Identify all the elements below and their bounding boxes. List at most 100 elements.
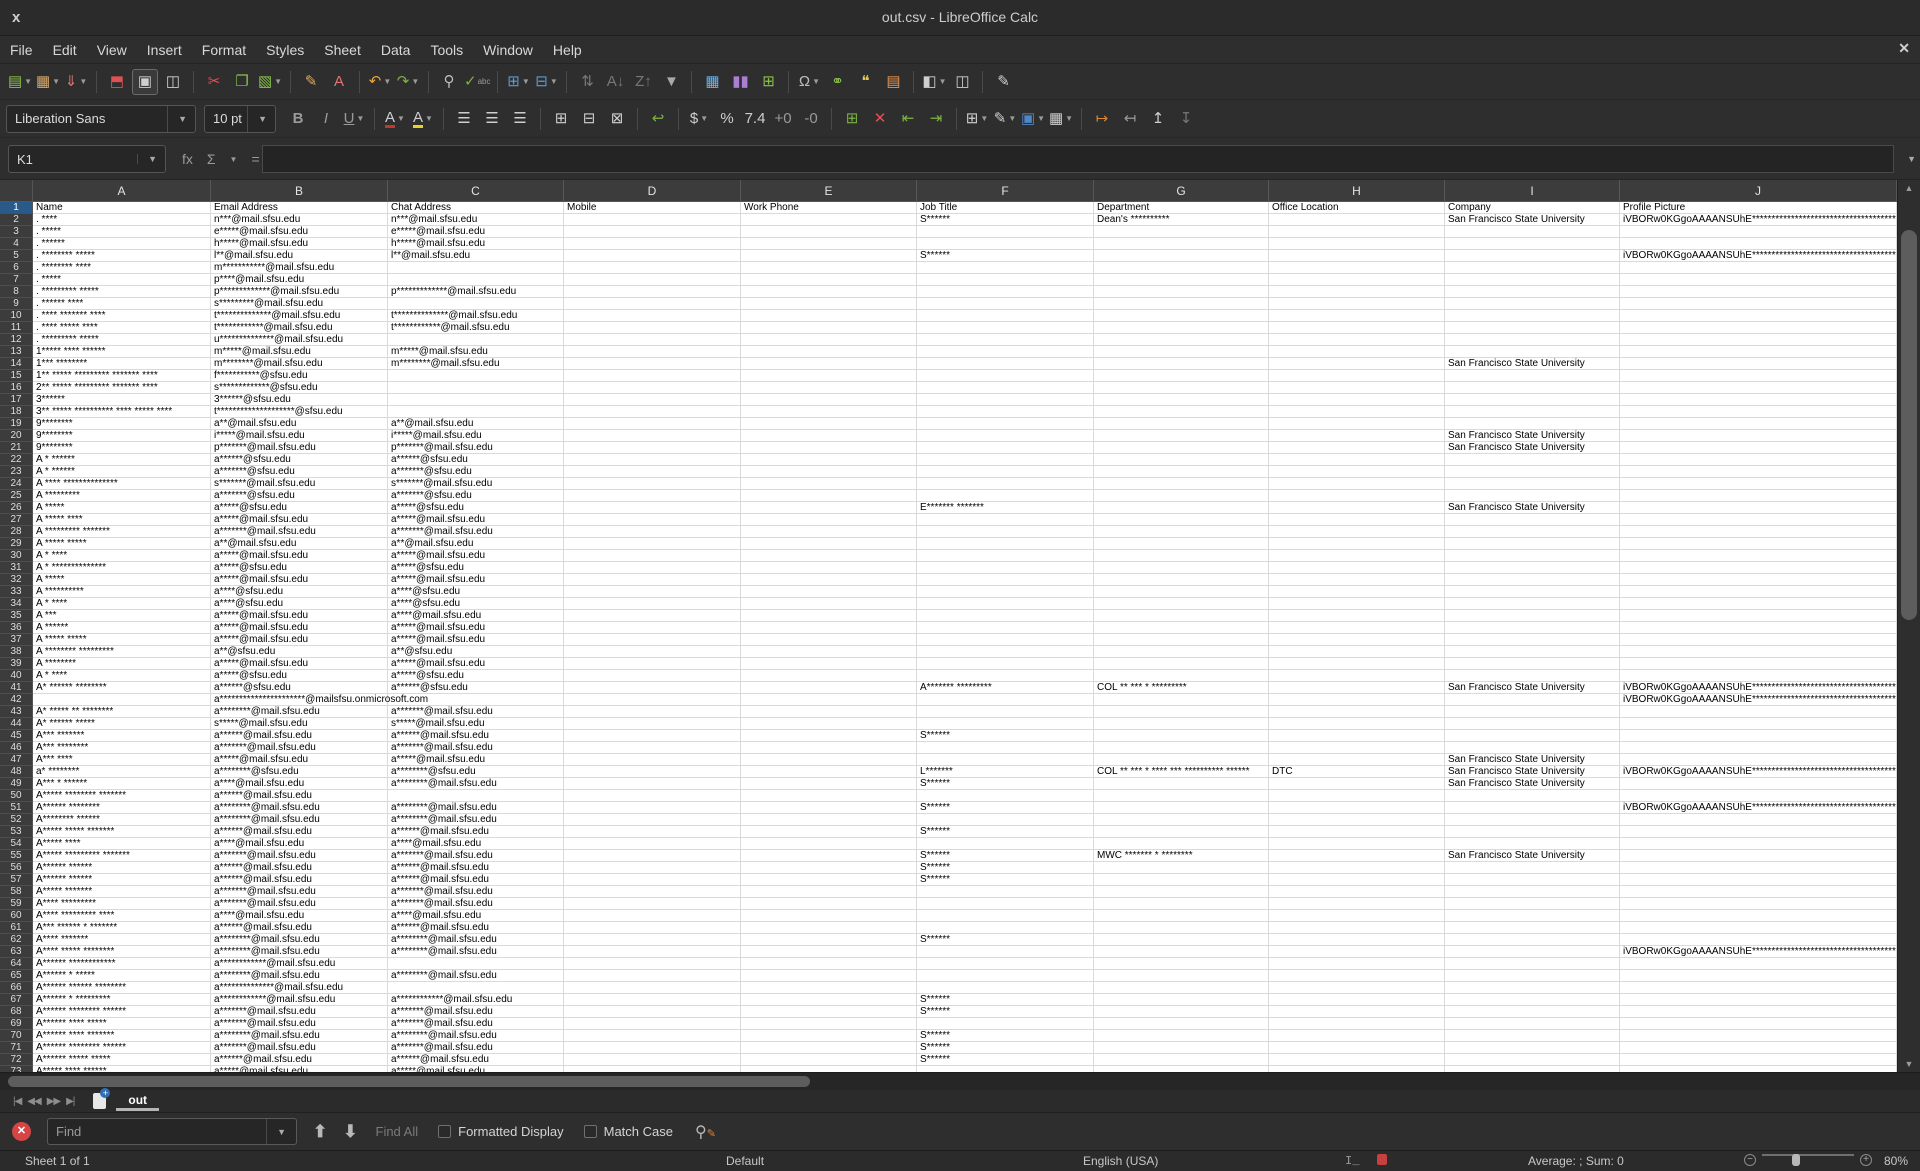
cell-E49[interactable] xyxy=(741,778,917,790)
cell-H58[interactable] xyxy=(1269,886,1445,898)
cell-H46[interactable] xyxy=(1269,742,1445,754)
cell-J8[interactable] xyxy=(1620,286,1897,298)
cell-B35[interactable]: a*****@mail.sfsu.edu xyxy=(211,610,388,622)
cell-A8[interactable]: . ********* ***** xyxy=(33,286,211,298)
cell-H47[interactable] xyxy=(1269,754,1445,766)
cell-F30[interactable] xyxy=(917,550,1094,562)
cut-icon[interactable]: ✂ xyxy=(201,69,227,95)
cell-G56[interactable] xyxy=(1094,862,1269,874)
cell-G35[interactable] xyxy=(1094,610,1269,622)
cell-I23[interactable] xyxy=(1445,466,1620,478)
cell-E28[interactable] xyxy=(741,526,917,538)
cell-E8[interactable] xyxy=(741,286,917,298)
cell-F31[interactable] xyxy=(917,562,1094,574)
cell-I63[interactable] xyxy=(1445,946,1620,958)
cell-A38[interactable]: A ******** ********* xyxy=(33,646,211,658)
cell-H14[interactable] xyxy=(1269,358,1445,370)
cell-I55[interactable]: San Francisco State University xyxy=(1445,850,1620,862)
cell-G43[interactable] xyxy=(1094,706,1269,718)
cell-I28[interactable] xyxy=(1445,526,1620,538)
cell-J25[interactable] xyxy=(1620,490,1897,502)
cell-I18[interactable] xyxy=(1445,406,1620,418)
cell-J62[interactable] xyxy=(1620,934,1897,946)
chevron-down-icon[interactable]: ▼ xyxy=(939,77,947,86)
row-header-31[interactable]: 31 xyxy=(0,562,33,574)
conditional-formatting-icon[interactable]: ▦▼ xyxy=(1048,106,1074,132)
cell-F19[interactable] xyxy=(917,418,1094,430)
cell-F45[interactable]: S****** xyxy=(917,730,1094,742)
show-draw-functions-icon[interactable]: ✎ xyxy=(990,69,1016,95)
cell-E1[interactable]: Work Phone xyxy=(741,202,917,214)
format-as-percent-icon[interactable]: % xyxy=(714,106,740,132)
cell-J55[interactable] xyxy=(1620,850,1897,862)
cell-G18[interactable] xyxy=(1094,406,1269,418)
cell-G7[interactable] xyxy=(1094,274,1269,286)
cell-A46[interactable]: A*** ******** xyxy=(33,742,211,754)
cell-E14[interactable] xyxy=(741,358,917,370)
print-preview-icon[interactable]: ◫ xyxy=(160,69,186,95)
cell-D63[interactable] xyxy=(564,946,741,958)
menu-format[interactable]: Format xyxy=(192,36,256,64)
unmerge-cells-icon[interactable]: ⊠ xyxy=(604,106,630,132)
row-header-52[interactable]: 52 xyxy=(0,814,33,826)
cell-D44[interactable] xyxy=(564,718,741,730)
menu-sheet[interactable]: Sheet xyxy=(314,36,371,64)
cell-H22[interactable] xyxy=(1269,454,1445,466)
row-header-42[interactable]: 42 xyxy=(0,694,33,706)
cell-E16[interactable] xyxy=(741,382,917,394)
cell-E19[interactable] xyxy=(741,418,917,430)
cell-H12[interactable] xyxy=(1269,334,1445,346)
cell-H9[interactable] xyxy=(1269,298,1445,310)
chevron-down-icon[interactable]: ▼ xyxy=(812,77,820,86)
cell-A12[interactable]: . ********* ***** xyxy=(33,334,211,346)
borders-icon[interactable]: ⊞▼ xyxy=(964,106,990,132)
cell-G51[interactable] xyxy=(1094,802,1269,814)
formula-button[interactable]: = xyxy=(251,151,259,167)
cell-G38[interactable] xyxy=(1094,646,1269,658)
cell-F28[interactable] xyxy=(917,526,1094,538)
special-character-icon[interactable]: Ω▼ xyxy=(796,69,822,95)
cell-A67[interactable]: A****** * ********* xyxy=(33,994,211,1006)
cell-C17[interactable] xyxy=(388,394,564,406)
column-header-C[interactable]: C xyxy=(388,180,564,202)
chevron-down-icon[interactable]: ▼ xyxy=(356,114,364,123)
cell-B41[interactable]: a******@sfsu.edu xyxy=(211,682,388,694)
cell-D35[interactable] xyxy=(564,610,741,622)
cell-I36[interactable] xyxy=(1445,622,1620,634)
cell-G28[interactable] xyxy=(1094,526,1269,538)
cell-C64[interactable] xyxy=(388,958,564,970)
cell-E23[interactable] xyxy=(741,466,917,478)
cell-G34[interactable] xyxy=(1094,598,1269,610)
cell-D54[interactable] xyxy=(564,838,741,850)
cell-H16[interactable] xyxy=(1269,382,1445,394)
cell-I66[interactable] xyxy=(1445,982,1620,994)
cell-J41[interactable]: iVBORw0KGgoAAAANSUhE********************… xyxy=(1620,682,1897,694)
print-icon[interactable]: ▣ xyxy=(132,69,158,95)
row-header-37[interactable]: 37 xyxy=(0,634,33,646)
column-header-B[interactable]: B xyxy=(211,180,388,202)
row-header-16[interactable]: 16 xyxy=(0,382,33,394)
cell-D72[interactable] xyxy=(564,1054,741,1066)
cell-C10[interactable]: t**************@mail.sfsu.edu xyxy=(388,310,564,322)
cell-G69[interactable] xyxy=(1094,1018,1269,1030)
cell-G15[interactable] xyxy=(1094,370,1269,382)
clone-formatting-icon[interactable]: ✎ xyxy=(298,69,324,95)
cell-I58[interactable] xyxy=(1445,886,1620,898)
cell-D52[interactable] xyxy=(564,814,741,826)
cell-G24[interactable] xyxy=(1094,478,1269,490)
cell-E22[interactable] xyxy=(741,454,917,466)
insert-hyperlink-icon[interactable]: ⚭ xyxy=(824,69,850,95)
menu-window[interactable]: Window xyxy=(473,36,543,64)
cell-I38[interactable] xyxy=(1445,646,1620,658)
cell-I59[interactable] xyxy=(1445,898,1620,910)
row-header-10[interactable]: 10 xyxy=(0,310,33,322)
row-header-18[interactable]: 18 xyxy=(0,406,33,418)
cell-H72[interactable] xyxy=(1269,1054,1445,1066)
cell-C40[interactable]: a*****@sfsu.edu xyxy=(388,670,564,682)
cell-A72[interactable]: A****** ***** ***** xyxy=(33,1054,211,1066)
cell-B45[interactable]: a******@mail.sfsu.edu xyxy=(211,730,388,742)
cell-D20[interactable] xyxy=(564,430,741,442)
cell-B13[interactable]: m*****@mail.sfsu.edu xyxy=(211,346,388,358)
cell-I54[interactable] xyxy=(1445,838,1620,850)
cell-E24[interactable] xyxy=(741,478,917,490)
